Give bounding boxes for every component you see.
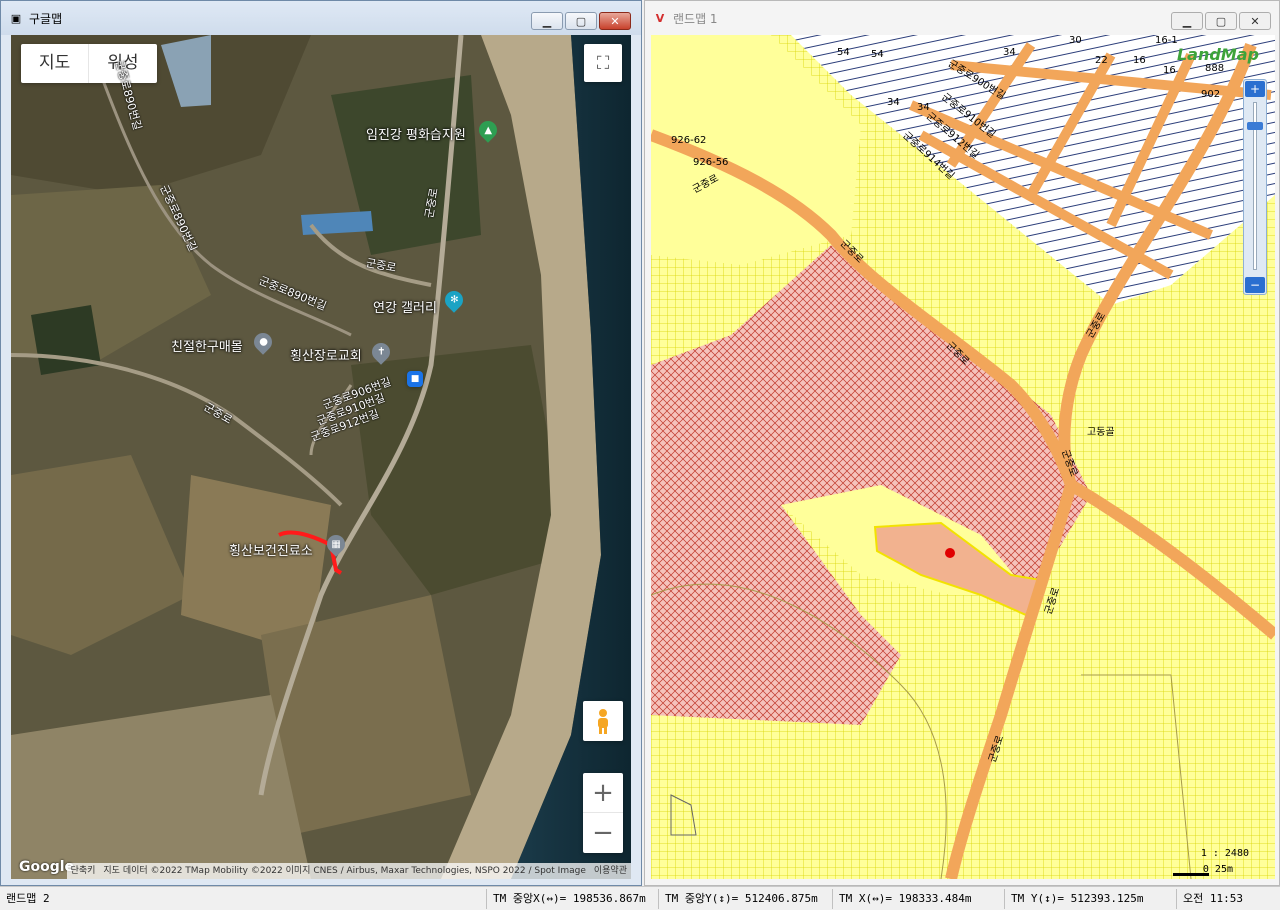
fullscreen-icon: ⛶: [596, 52, 610, 74]
minimize-button[interactable]: ▁: [1171, 12, 1203, 30]
minus-icon: −: [592, 818, 614, 848]
bus-stop-icon[interactable]: ■: [407, 371, 423, 387]
zoom-control: + −: [583, 773, 623, 853]
maximize-button[interactable]: ▢: [565, 12, 597, 30]
status-tm-center-y: TM 중앙Y(↕)= 512406.875m: [658, 888, 832, 909]
plus-icon: +: [592, 777, 614, 808]
parcel-label: 54: [837, 47, 850, 58]
window-title: 랜드맵 1: [673, 11, 718, 26]
parcel-label: 902: [1201, 89, 1221, 100]
cadastral-map-drawing: [651, 35, 1275, 879]
close-button[interactable]: ✕: [599, 12, 631, 30]
status-clock: 오전 11:53: [1176, 888, 1280, 909]
parcel-label: 16: [1133, 55, 1146, 66]
fullscreen-button[interactable]: ⛶: [584, 44, 622, 82]
map-attribution: 지도 데이터 ©2022 TMap Mobility ©2022 이미지 CNE…: [99, 863, 590, 879]
poi-gallery[interactable]: 연강 갤러리: [373, 297, 437, 316]
parcel-label: 34: [887, 97, 900, 108]
keyboard-shortcuts-link[interactable]: 단축키: [66, 863, 100, 879]
satellite-imagery: [11, 35, 631, 879]
status-tm-center-x: TM 중앙X(↔)= 198536.867m: [486, 888, 658, 909]
parcel-label: 926-62: [671, 135, 707, 146]
parcel-label: 34: [917, 102, 930, 113]
cadastral-map[interactable]: 54 54 34 34 34 30 22 16-1 16 16 888 902 …: [651, 35, 1275, 879]
poi-health-center[interactable]: 횡산보건진료소: [229, 540, 313, 559]
map-type-map-button[interactable]: 지도: [21, 44, 88, 83]
landmap-titlebar[interactable]: V 랜드맵 1 ▁ ▢ ✕: [645, 1, 1279, 35]
google-map-window: ▣ 구글맵 ▁ ▢ ✕ 지도 위성 ⛶ ▲ 임진강 평화습지원 ✻ 연강 갤러리…: [0, 0, 642, 886]
map-footer: 단축키 지도 데이터 ©2022 TMap Mobility ©2022 이미지…: [11, 863, 631, 879]
zoom-in-button[interactable]: +: [583, 773, 623, 813]
map-type-toggle: 지도 위성: [21, 44, 157, 83]
google-map-titlebar[interactable]: ▣ 구글맵 ▁ ▢ ✕: [1, 1, 641, 35]
parcel-label: 34: [1003, 47, 1016, 58]
status-bar: 랜드맵 2 TM 중앙X(↔)= 198536.867m TM 중앙Y(↕)= …: [0, 886, 1280, 910]
window-title: 구글맵: [29, 11, 63, 26]
status-tm-x: TM X(↔)= 198333.484m: [832, 888, 1004, 909]
minimize-button[interactable]: ▁: [531, 12, 563, 30]
zoom-slider[interactable]: + −: [1243, 79, 1267, 295]
zoom-out-button[interactable]: −: [583, 813, 623, 853]
landmap-window: V 랜드맵 1 ▁ ▢ ✕ 54 54 34 34 34 30 22 16-1 …: [644, 0, 1280, 886]
scale-ratio: 1 : 2480: [1200, 848, 1249, 859]
parcel-label: 22: [1095, 55, 1108, 66]
parcel-label: 30: [1069, 35, 1082, 46]
close-button[interactable]: ✕: [1239, 12, 1271, 30]
street-view-button[interactable]: [583, 701, 623, 741]
pegman-icon: [598, 709, 608, 734]
terms-link[interactable]: 이용약관: [589, 863, 631, 879]
parcel-label: 16-1: [1155, 35, 1178, 46]
status-tm-y: TM Y(↕)= 512393.125m: [1004, 888, 1176, 909]
landmap-app-icon: V: [655, 11, 665, 25]
parcel-label: 888: [1205, 63, 1225, 74]
poi-church[interactable]: 횡산장로교회: [290, 345, 362, 364]
place-label: 고동골: [1087, 427, 1115, 438]
poi-wetland-park[interactable]: 임진강 평화습지원: [366, 124, 466, 143]
poi-hanwoo-store[interactable]: 친절한구매몰: [171, 336, 243, 355]
parcel-label: 54: [871, 49, 884, 60]
zoom-out-button[interactable]: −: [1245, 277, 1265, 293]
landmap-logo: LandMap: [1176, 45, 1259, 64]
satellite-map[interactable]: 지도 위성 ⛶ ▲ 임진강 평화습지원 ✻ 연강 갤러리 ● 친절한구매몰 ✝ …: [11, 35, 631, 879]
scale-bar-label: 0 25m: [1202, 864, 1233, 875]
parcel-label: 926-56: [693, 157, 729, 168]
status-app-name: 랜드맵 2: [6, 891, 50, 905]
window-app-icon: ▣: [10, 11, 22, 25]
parcel-label: 16: [1163, 65, 1176, 76]
zoom-handle[interactable]: [1247, 122, 1263, 130]
maximize-button[interactable]: ▢: [1205, 12, 1237, 30]
zoom-in-button[interactable]: +: [1245, 81, 1265, 97]
